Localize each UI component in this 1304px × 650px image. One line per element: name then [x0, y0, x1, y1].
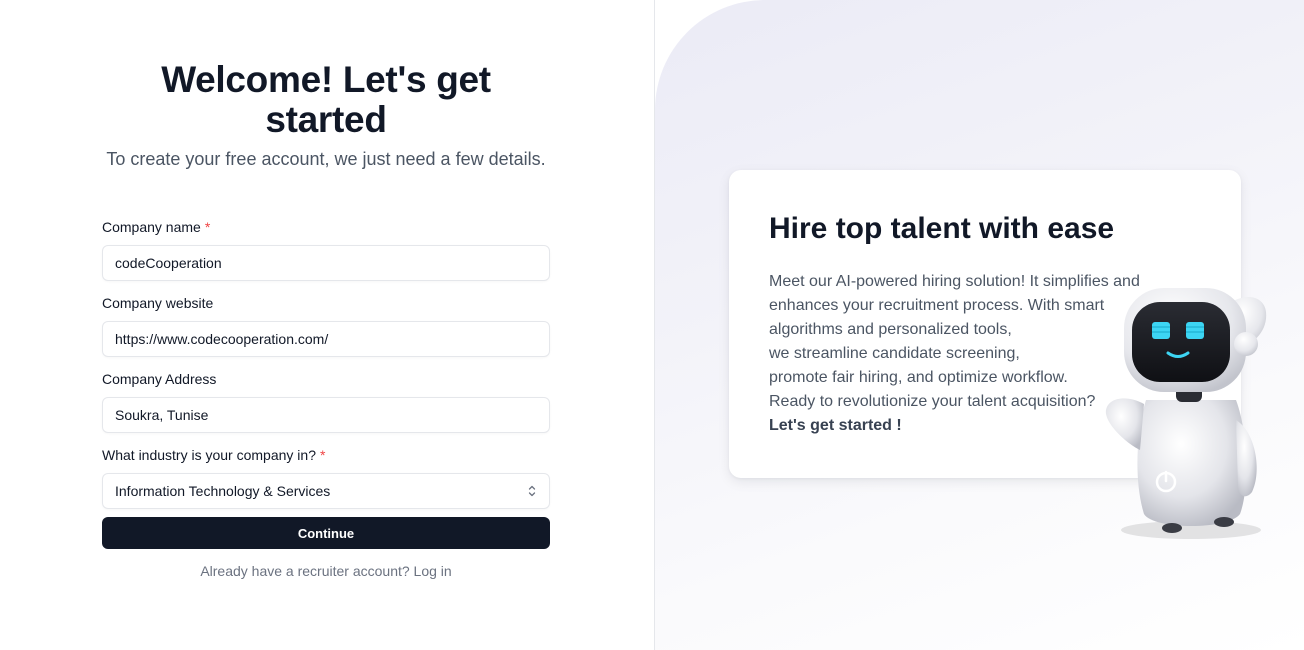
signup-panel: Welcome! Let's get started To create you… [0, 0, 655, 650]
company-address-label: Company Address [102, 371, 217, 387]
robot-mascot-illustration [1105, 288, 1267, 539]
required-mark: * [319, 447, 326, 463]
required-mark: * [204, 219, 211, 235]
company-name-label: Company name * [102, 219, 211, 235]
page-subtitle: To create your free account, we just nee… [106, 149, 546, 169]
company-website-label: Company website [102, 295, 214, 311]
login-link[interactable]: Already have a recruiter account? Log in [102, 562, 550, 580]
company-name-input[interactable]: codeCooperation [102, 245, 550, 281]
promo-cta: Let's get started ! [769, 417, 902, 434]
promo-title: Hire top talent with ease [769, 212, 1115, 245]
company-address-input[interactable]: Soukra, Tunise [102, 397, 550, 433]
industry-label: What industry is your company in? * [102, 447, 326, 463]
industry-select[interactable]: Information Technology & Services [102, 473, 550, 509]
page-title: Welcome! Let's get started [161, 59, 491, 140]
company-website-input[interactable]: https://www.codecooperation.com/ [102, 321, 550, 357]
chevron-up-down-icon [527, 484, 537, 498]
continue-button[interactable]: Continue [102, 517, 550, 549]
